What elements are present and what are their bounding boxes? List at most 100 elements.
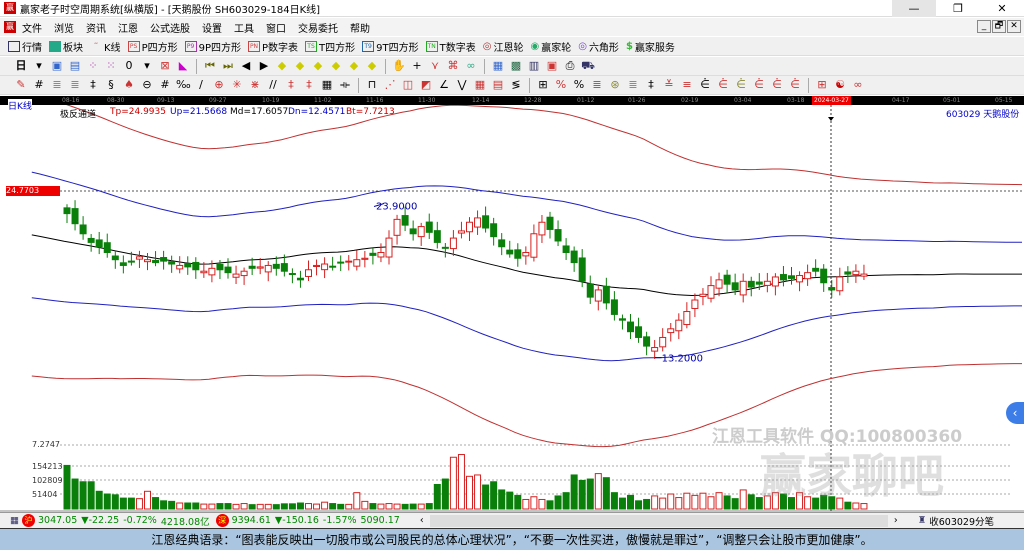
tool-icon[interactable]: ≚ (662, 78, 676, 92)
minimize-button[interactable]: — (892, 0, 936, 17)
tool-icon[interactable]: ⋵ (734, 78, 748, 92)
fib-icon[interactable]: ≣ (50, 78, 64, 92)
toolbar-t-square-button[interactable]: TS T四方形 (305, 39, 355, 54)
diamond-icon[interactable]: ◆ (275, 59, 289, 73)
hand-icon[interactable]: ✋ (392, 59, 406, 73)
tool-icon[interactable]: ‡ (644, 78, 658, 92)
toolbar-gann-wheel-button[interactable]: ◎ 江恩轮 (483, 39, 524, 54)
tool-icon[interactable]: ▤ (491, 78, 505, 92)
target-icon[interactable]: ⊕ (212, 78, 226, 92)
wave-icon[interactable]: ⋎ (428, 59, 442, 73)
menu-file[interactable]: 文件 (22, 20, 42, 35)
tool-icon[interactable]: ⊞ (536, 78, 550, 92)
star-icon[interactable]: ✳ (230, 78, 244, 92)
maximize-button[interactable]: ❐ (936, 0, 980, 17)
pen-icon[interactable]: ✎ (14, 78, 28, 92)
menu-help[interactable]: 帮助 (350, 20, 370, 35)
tool-icon[interactable]: % (572, 78, 586, 92)
link-icon[interactable]: ∞ (464, 59, 478, 73)
last-icon[interactable]: ⏭ (221, 59, 235, 73)
sh-index[interactable]: 3047.05 (38, 515, 77, 526)
toolbar-9t-square-button[interactable]: T9 9T四方形 (362, 39, 419, 54)
table-icon[interactable]: ⊞ (815, 78, 829, 92)
print-icon[interactable]: ⎙ (563, 59, 577, 73)
fib-icon[interactable]: ≣ (68, 78, 82, 92)
menu-window[interactable]: 窗口 (266, 20, 286, 35)
tool-icon[interactable]: ◩ (419, 78, 433, 92)
toolbar-kline-button[interactable]: ʼʼ K线 (90, 39, 120, 54)
menu-info[interactable]: 资讯 (86, 20, 106, 35)
prev-icon[interactable]: ◀ (239, 59, 253, 73)
diamond-icon[interactable]: ◆ (311, 59, 325, 73)
tool-icon[interactable]: ♠ (122, 78, 136, 92)
menu-trade[interactable]: 交易委托 (298, 20, 338, 35)
tool-icon[interactable]: ▦ (320, 78, 334, 92)
chart-icon[interactable]: ▣ (50, 59, 64, 73)
toolbar-t-number-button[interactable]: TN T数字表 (425, 39, 476, 54)
diamond-icon[interactable]: ◆ (347, 59, 361, 73)
book-icon[interactable]: ▥ (527, 59, 541, 73)
scroll-left-icon[interactable]: ‹ (420, 515, 424, 526)
tool-icon[interactable]: // (266, 78, 280, 92)
sz-index[interactable]: 9394.61 (232, 515, 271, 526)
toolbar-service-button[interactable]: $ 赢家服务 (626, 39, 675, 54)
grid-lines-icon[interactable]: # (158, 78, 172, 92)
fan-icon[interactable]: ⋰ (383, 78, 397, 92)
tick-label[interactable]: 收603029分笔 (929, 514, 994, 528)
document-icon[interactable]: ▤ (68, 59, 82, 73)
chevron-down-icon[interactable]: ▾ (140, 59, 154, 73)
side-panel-toggle-button[interactable]: ‹ (1006, 402, 1024, 424)
toolbar-p-square-button[interactable]: PS P四方形 (127, 39, 178, 54)
tool-icon[interactable]: ⋵ (770, 78, 784, 92)
menu-formula[interactable]: 公式选股 (150, 20, 190, 35)
grid-lines-icon[interactable]: # (32, 78, 46, 92)
diamond-icon[interactable]: ◆ (365, 59, 379, 73)
tool-icon[interactable]: ∕ (194, 78, 208, 92)
toolbar-sectors-button[interactable]: 板块 (49, 39, 83, 54)
cancel-icon[interactable]: ⊠ (158, 59, 172, 73)
tool-icon[interactable]: ⋵ (716, 78, 730, 92)
menu-browse[interactable]: 浏览 (54, 20, 74, 35)
toolbar-quotes-button[interactable]: 行情 (8, 39, 42, 54)
menu-tools[interactable]: 工具 (234, 20, 254, 35)
tool-icon[interactable]: § (104, 78, 118, 92)
tool-icon[interactable]: ⋵ (788, 78, 802, 92)
diamond-icon[interactable]: ◆ (329, 59, 343, 73)
circle-icon[interactable]: ⊖ (140, 78, 154, 92)
tool-icon[interactable]: ≣ (590, 78, 604, 92)
tool-icon[interactable]: ◫ (401, 78, 415, 92)
toolbar-9p-square-button[interactable]: P9 9P四方形 (184, 39, 241, 54)
toolbar-p-number-button[interactable]: PN P数字表 (248, 39, 298, 54)
horizontal-scrollbar[interactable] (429, 514, 888, 527)
calculator-icon[interactable]: ▩ (509, 59, 523, 73)
first-icon[interactable]: ⏮ (203, 59, 217, 73)
crosshair-icon[interactable]: + (410, 59, 424, 73)
tool-icon[interactable]: ⋁ (455, 78, 469, 92)
diamond-icon[interactable]: ◆ (293, 59, 307, 73)
scatter-icon[interactable]: ⁘ (86, 59, 100, 73)
tool-icon[interactable]: ≡ (680, 78, 694, 92)
chevron-down-icon[interactable]: ▾ (32, 59, 46, 73)
tool-icon[interactable]: ‰ (176, 78, 191, 92)
mdi-minimize-button[interactable]: _ (977, 20, 991, 33)
tool-icon[interactable]: ▦ (473, 78, 487, 92)
tool-icon[interactable]: ⋇ (248, 78, 262, 92)
scroll-right-icon[interactable]: › (894, 515, 898, 526)
mdi-restore-button[interactable]: 🗗 (992, 20, 1006, 33)
save-icon[interactable]: ▣ (545, 59, 559, 73)
tool-icon[interactable]: ≣ (626, 78, 640, 92)
tool-icon[interactable]: ⟛ (338, 78, 352, 92)
tool-icon[interactable]: ‡ (284, 78, 298, 92)
infinity-icon[interactable]: ∞ (851, 78, 865, 92)
angle-icon[interactable]: ∠ (437, 78, 451, 92)
tool-icon[interactable]: ⊓ (365, 78, 379, 92)
yin-yang-icon[interactable]: ☯ (833, 78, 847, 92)
toolbar-winner-wheel-button[interactable]: ◉ 赢家轮 (530, 39, 571, 54)
toolbar-hexagon-button[interactable]: ◎ 六角形 (578, 39, 619, 54)
cut-icon[interactable]: ⌘ (446, 59, 460, 73)
menu-settings[interactable]: 设置 (202, 20, 222, 35)
tool-icon[interactable]: ‡ (86, 78, 100, 92)
tool-icon[interactable]: ⋵ (752, 78, 766, 92)
tool-icon[interactable]: % (554, 78, 568, 92)
truck-icon[interactable]: ⛟ (581, 59, 595, 73)
